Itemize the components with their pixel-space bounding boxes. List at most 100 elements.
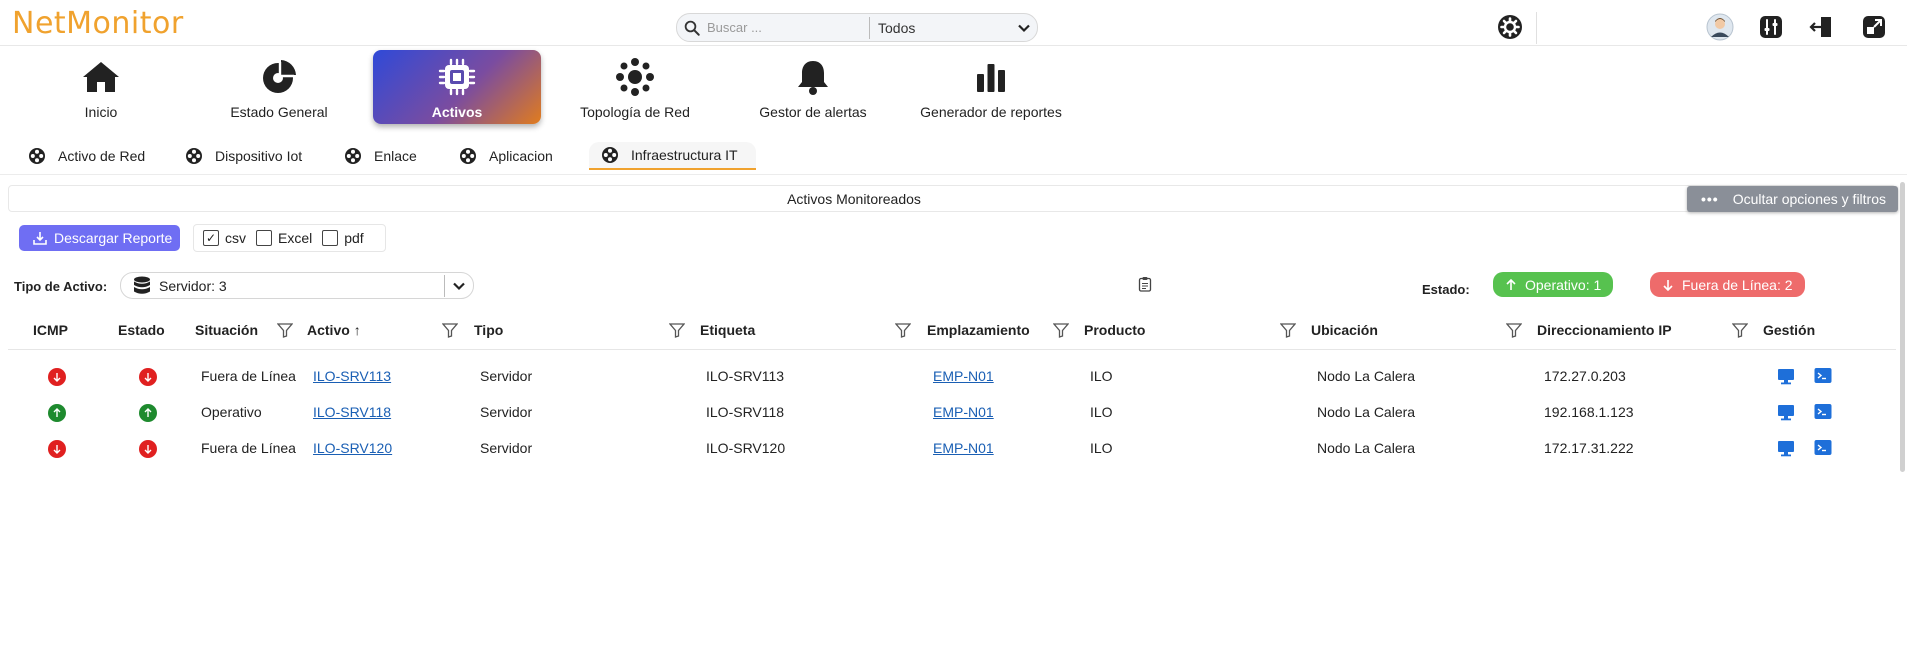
avatar[interactable] [1706,13,1734,41]
nav-inicio[interactable]: Inicio [17,50,185,124]
monitor-icon[interactable] [1777,403,1795,421]
nav-gestor-alertas[interactable]: Gestor de alertas [729,50,897,124]
arrow-down-icon [1662,279,1674,291]
pie-chart-icon [261,58,297,96]
section-header: Activos Monitoreados [8,185,1896,212]
chip-icon [437,58,477,96]
more-icon: ••• [1701,191,1719,207]
chevron-down-icon[interactable] [1011,20,1037,36]
cell-activo-link[interactable]: ILO-SRV120 [313,440,392,456]
column-header-situacion[interactable]: Situación [195,322,258,338]
column-header-etiqueta[interactable]: Etiqueta [700,322,755,338]
filter-icon[interactable] [276,323,294,341]
search-bar: Todos [676,13,1038,42]
logout-icon[interactable] [1808,13,1836,41]
subtab-infraestructura-it[interactable]: Infraestructura IT [589,142,756,170]
filter-icon[interactable] [668,323,686,341]
hide-options-button[interactable]: ••• Ocultar opciones y filtros [1687,186,1898,212]
terminal-icon[interactable] [1814,439,1832,457]
terminal-icon[interactable] [1814,403,1832,421]
cell-etiqueta: ILO-SRV118 [706,404,785,420]
cell-emplazamiento-link[interactable]: EMP-N01 [933,404,994,420]
format-csv[interactable]: ✓ csv [203,230,246,246]
fuera-de-linea-filter-badge[interactable]: Fuera de Línea: 2 [1650,272,1805,297]
nav-activos[interactable]: Activos [373,50,541,124]
type-value: Servidor: 3 [159,277,227,294]
table-row[interactable]: Fuera de Línea ILO-SRV120 Servidor ILO-S… [0,431,1907,467]
download-report-button[interactable]: Descargar Reporte [19,225,180,251]
vertical-scrollbar[interactable] [1900,182,1905,472]
cell-ubicacion: Nodo La Calera [1317,440,1416,456]
column-header-emplazamiento[interactable]: Emplazamiento [927,322,1030,338]
cell-situacion: Fuera de Línea [201,368,296,384]
filter-icon[interactable] [894,323,912,341]
cell-emplazamiento-link[interactable]: EMP-N01 [933,440,994,456]
nav-label: Activos [431,104,483,120]
sliders-icon[interactable] [1757,13,1785,41]
monitor-icon[interactable] [1777,367,1795,385]
nav-estado-general[interactable]: Estado General [195,50,363,124]
cell-activo-link[interactable]: ILO-SRV118 [313,404,391,420]
cell-etiqueta: ILO-SRV113 [706,368,785,384]
subtab-activo-de-red[interactable]: Activo de Red [28,142,145,170]
cell-situacion: Fuera de Línea [201,440,296,456]
cell-ip: 192.168.1.123 [1544,404,1634,420]
cell-tipo: Servidor [480,404,533,420]
filter-icon[interactable] [1279,323,1297,341]
top-bar: NetMonitor Todos [0,0,1907,46]
column-header-icmp[interactable]: ICMP [33,322,68,338]
cell-producto: ILO [1090,440,1113,456]
expand-window-icon[interactable] [1860,13,1888,41]
cell-emplazamiento-link[interactable]: EMP-N01 [933,368,994,384]
subtab-aplicacion[interactable]: Aplicacion [459,142,553,170]
subtab-enlace[interactable]: Enlace [344,142,417,170]
icmp-up-icon [48,404,66,422]
format-label: csv [225,230,246,246]
column-header-ubicacion[interactable]: Ubicación [1311,322,1378,338]
cell-etiqueta: ILO-SRV120 [706,440,786,456]
subtab-dispositivo-iot[interactable]: Dispositivo Iot [185,142,302,170]
column-header-direccionamiento-ip[interactable]: Direccionamiento IP [1537,322,1672,338]
column-header-estado[interactable]: Estado [118,322,165,338]
cell-producto: ILO [1090,368,1113,384]
checkbox-icon[interactable] [256,230,272,246]
estado-down-icon [139,368,157,386]
column-header-gestion[interactable]: Gestión [1763,322,1815,338]
table-row[interactable]: Operativo ILO-SRV118 Servidor ILO-SRV118… [0,395,1907,431]
chevron-down-icon[interactable] [445,278,473,294]
column-header-tipo[interactable]: Tipo [474,322,503,338]
column-header-producto[interactable]: Producto [1084,322,1145,338]
filter-icon[interactable] [441,323,459,341]
search-input[interactable] [707,20,867,35]
estado-label: Estado: [1422,282,1470,297]
nav-topologia[interactable]: Topología de Red [551,50,719,124]
cell-ip: 172.27.0.203 [1544,368,1626,384]
cell-activo-link[interactable]: ILO-SRV113 [313,368,391,384]
operativo-filter-badge[interactable]: Operativo: 1 [1493,272,1614,297]
column-header-activo[interactable]: Activo ↑ [307,322,361,338]
gear-icon[interactable] [1496,13,1524,41]
cell-ubicacion: Nodo La Calera [1317,404,1416,420]
table-row[interactable]: Fuera de Línea ILO-SRV113 Servidor ILO-S… [0,359,1907,395]
checkbox-icon[interactable] [322,230,339,246]
filter-icon[interactable] [1505,323,1523,341]
type-select[interactable]: Servidor: 3 [120,272,474,299]
terminal-icon[interactable] [1814,367,1832,385]
download-label: Descargar Reporte [54,230,173,246]
clipboard-icon[interactable] [1138,276,1152,295]
filter-icon[interactable] [1731,323,1749,341]
filter-icon[interactable] [1052,323,1070,341]
page-title: Activos Monitoreados [787,191,921,207]
film-reel-icon [345,148,361,164]
film-reel-icon [186,148,202,164]
format-excel[interactable]: Excel [256,230,312,246]
nav-generador-reportes[interactable]: Generador de reportes [907,50,1075,124]
network-icon [616,58,654,96]
topbar-divider [1536,12,1537,44]
app-logo[interactable]: NetMonitor [12,6,184,41]
search-icon[interactable] [677,14,707,41]
monitor-icon[interactable] [1777,439,1795,457]
search-scope-select[interactable]: Todos [870,20,1011,36]
format-pdf[interactable]: pdf [322,230,364,246]
checkbox-checked-icon[interactable]: ✓ [203,230,219,246]
